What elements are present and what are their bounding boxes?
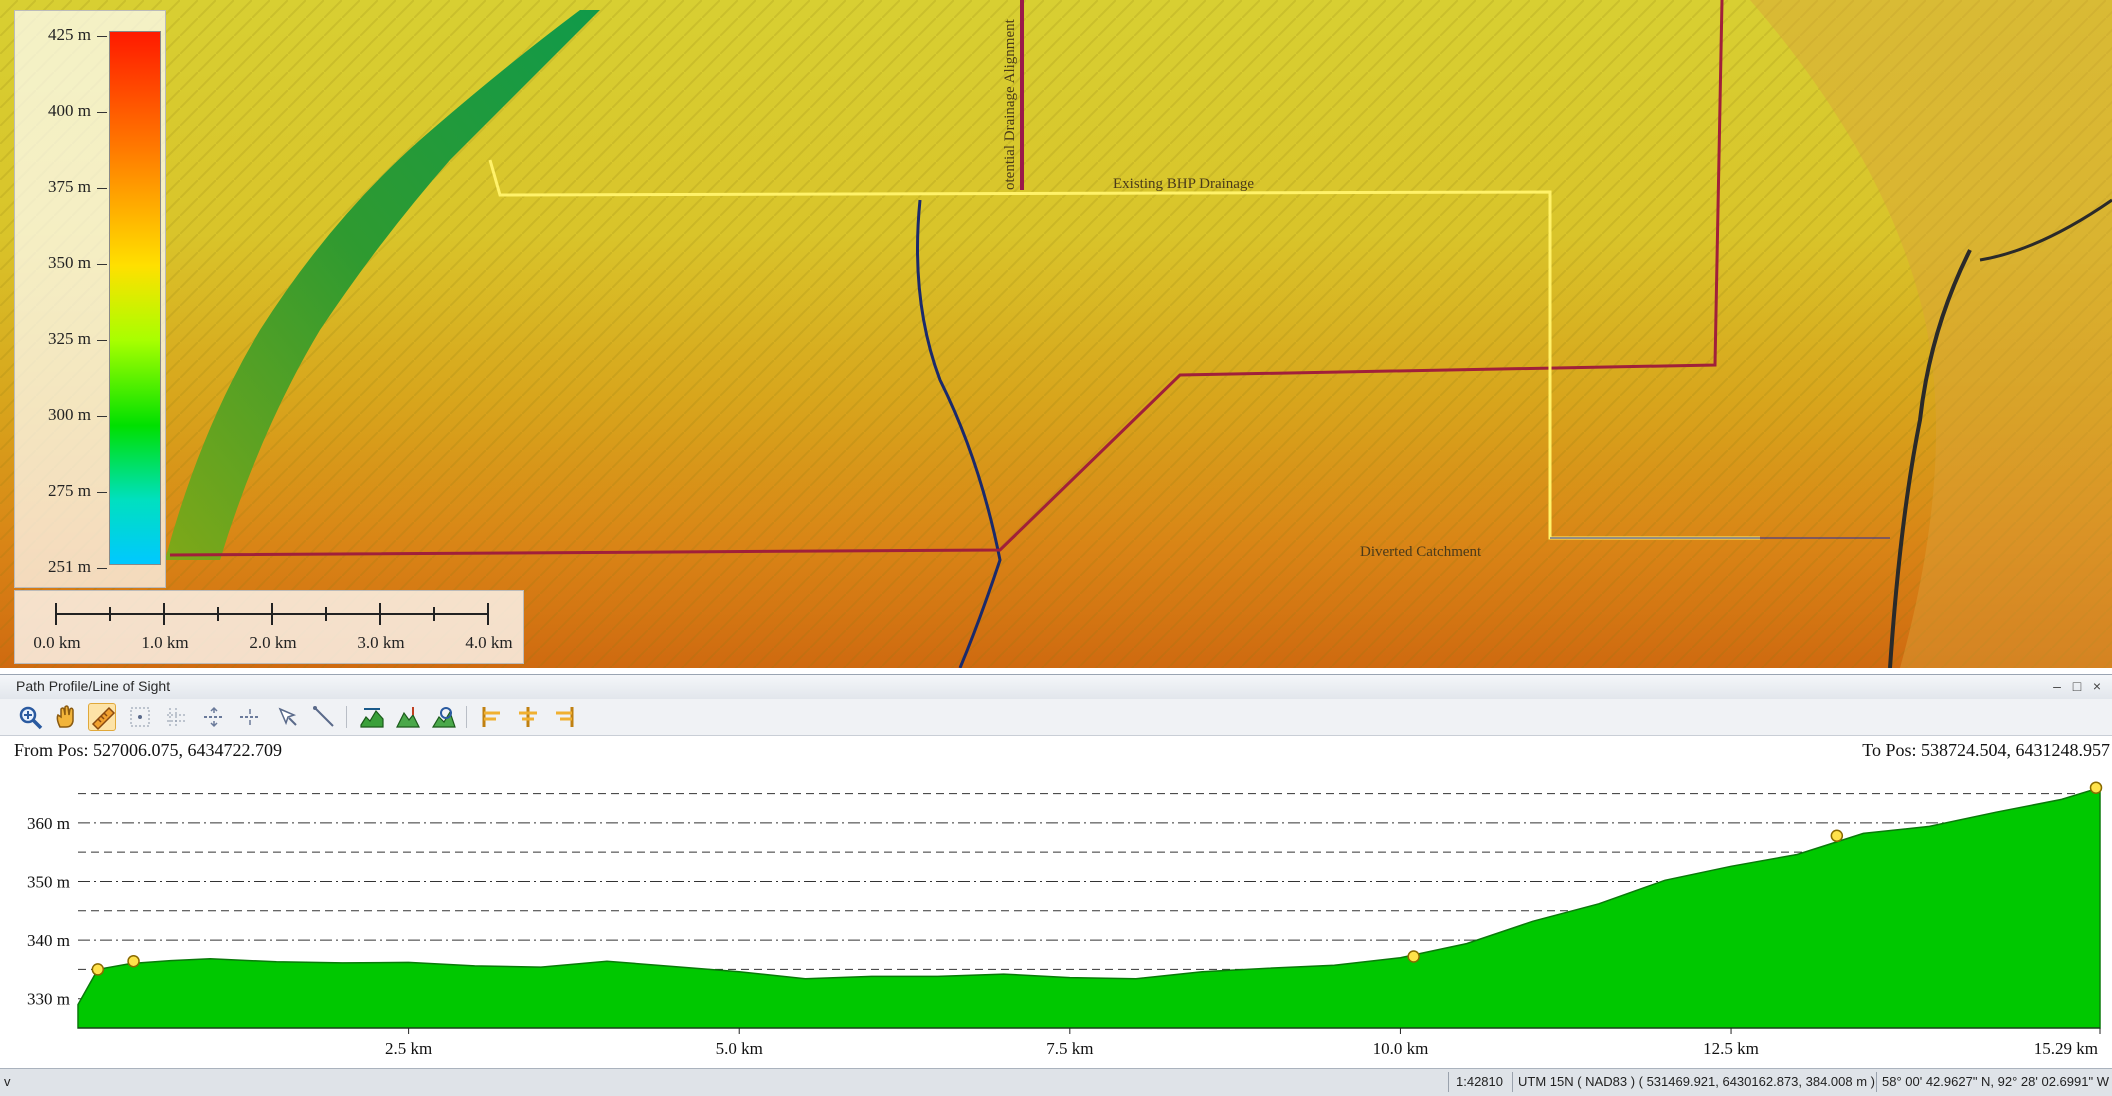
horizontal-split-alt-icon[interactable] [236,703,264,731]
horizontal-split-icon[interactable] [200,703,228,731]
terrain-map[interactable]: Existing BHP Drainage otential Drainage … [0,0,2112,668]
profile-marker[interactable] [1830,829,1844,843]
status-divider [1876,1072,1877,1092]
y-tick-label: 330 m [27,990,70,1009]
path-align-icon[interactable] [514,703,542,731]
panel-title: Path Profile/Line of Sight [16,678,171,694]
x-tick-label: 2.5 km [385,1039,432,1058]
legend-tick: 350 m [15,253,107,273]
status-bar: v 1:42810 UTM 15N ( NAD83 ) ( 531469.921… [0,1068,2112,1096]
terrain-profile-icon[interactable] [358,703,386,731]
x-tick-label: 15.29 km [2034,1039,2098,1058]
existing-drainage-label: Existing BHP Drainage [1113,176,1254,192]
path-profile-chart[interactable]: From Pos: 527006.075, 6434722.709 To Pos… [0,736,2112,1068]
pointer-select-icon[interactable] [274,703,302,731]
path-reverse-icon[interactable] [550,703,578,731]
x-axis-labels: 2.5 km 5.0 km 7.5 km 10.0 km 12.5 km 15.29 km [385,1028,2101,1058]
line-of-sight-icon[interactable] [430,703,458,731]
y-tick-label: 340 m [27,931,70,950]
grid-lines-icon[interactable] [162,703,190,731]
scale-minor-tick [217,607,219,621]
legend-tick: 425 m [15,25,107,45]
maximize-button[interactable]: □ [2068,677,2086,695]
legend-tick: 300 m [15,405,107,425]
measure-ruler-icon[interactable] [88,703,116,731]
y-tick-label: 360 m [27,814,70,833]
legend-tick: 375 m [15,177,107,197]
terrain-profile-area [77,786,2101,1029]
grid-points-icon[interactable] [126,703,154,731]
profile-marker[interactable] [1407,950,1420,963]
scale-tick [271,603,273,625]
potential-alignment-label: otential Drainage Alignment [1002,18,1018,190]
scale-tick [163,603,165,625]
scale-bar: 0.0 km 1.0 km 2.0 km 3.0 km 4.0 km [14,590,524,664]
profile-panel-titlebar[interactable]: Path Profile/Line of Sight – □ × [0,674,2112,700]
minimize-button[interactable]: – [2048,677,2066,695]
map-scale-text: 1:42810 [1456,1074,1503,1089]
scale-label: 1.0 km [141,633,189,652]
scale-tick [487,603,489,625]
fresnel-zone-icon[interactable] [478,703,506,731]
scale-label: 4.0 km [465,633,513,652]
diverted-catchment-label: Diverted Catchment [1360,544,1482,560]
legend-tick: 325 m [15,329,107,349]
legend-tick: 275 m [15,481,107,501]
zoom-in-icon[interactable] [16,703,44,731]
toolbar-separator [466,706,467,728]
status-divider [1512,1072,1513,1092]
x-tick-label: 12.5 km [1703,1039,1759,1058]
profile-plot[interactable]: 330 m 340 m 350 m 360 m 2.5 km 5.0 km 7.5 km 1… [0,736,2112,1068]
legend-tick: 251 m [15,557,107,577]
elevation-legend: 425 m 400 m 375 m 350 m 325 m 300 m 275 … [14,10,166,588]
y-tick-label: 350 m [27,872,70,891]
profile-marker[interactable] [2089,781,2103,794]
scale-tick [379,603,381,625]
status-left-text: v [4,1074,11,1089]
map-view[interactable]: Existing BHP Drainage otential Drainage … [0,0,2112,668]
scale-label: 0.0 km [33,633,81,652]
profile-toolbar [0,699,2112,736]
profile-marker[interactable] [91,963,105,976]
scale-label: 3.0 km [357,633,405,652]
elevation-color-ramp [109,31,161,565]
scale-minor-tick [109,607,111,621]
pan-hand-icon[interactable] [52,703,80,731]
x-tick-label: 7.5 km [1046,1039,1093,1058]
line-draw-icon[interactable] [310,703,338,731]
y-axis-labels: 330 m 340 m 350 m 360 m [27,814,70,1009]
scale-minor-tick [325,607,327,621]
scale-label: 2.0 km [249,633,297,652]
latlon-coordinates-text: 58° 00' 42.9627" N, 92° 28' 02.6991" W [1882,1074,2109,1089]
toolbar-separator [346,706,347,728]
utm-coordinates-text: UTM 15N ( NAD83 ) ( 531469.921, 6430162.… [1518,1074,1875,1089]
terrain-fill-icon[interactable] [394,703,422,731]
legend-tick: 400 m [15,101,107,121]
x-tick-label: 10.0 km [1373,1039,1429,1058]
x-tick-label: 5.0 km [716,1039,763,1058]
close-button[interactable]: × [2088,677,2106,695]
status-divider [1448,1072,1449,1092]
scale-tick [55,603,57,625]
profile-marker[interactable] [127,954,140,968]
scale-minor-tick [433,607,435,621]
